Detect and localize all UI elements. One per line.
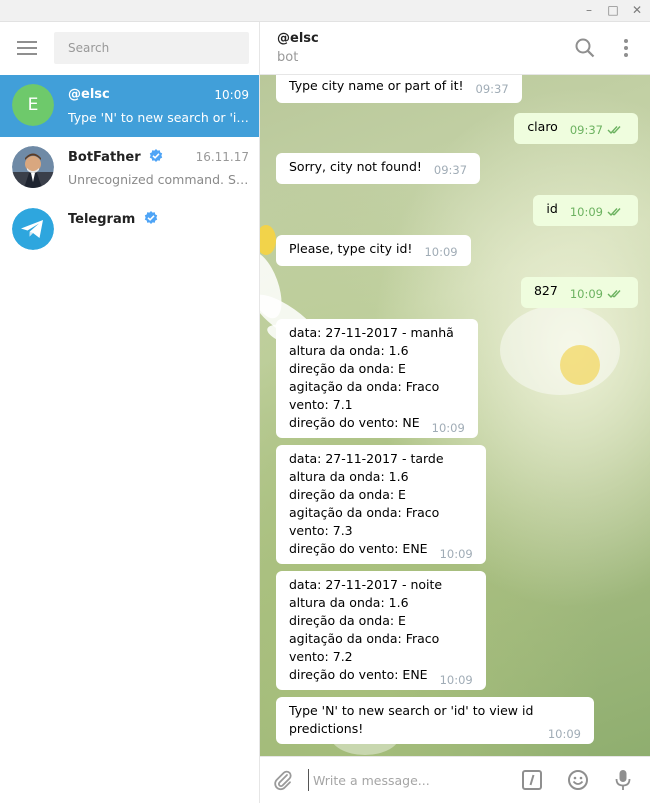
- chat-background: Type city name or part of it! 09:37 clar…: [260, 75, 650, 756]
- avatar: [12, 208, 54, 250]
- message-text: Please, type city id!: [289, 241, 413, 256]
- dialog-time: 10:09: [214, 88, 249, 102]
- microphone-icon[interactable]: [612, 769, 634, 791]
- dialog-name: BotFather: [68, 149, 163, 165]
- read-check-icon: [607, 208, 621, 217]
- more-vertical-icon[interactable]: [615, 37, 637, 59]
- message-bubble[interactable]: 827 10:09: [520, 277, 638, 308]
- dialog-time: 16.11.17: [195, 150, 249, 164]
- message-text: claro: [527, 119, 558, 134]
- message-text: Type 'N' to new search or 'id' to view i…: [289, 703, 534, 736]
- chat-panel: @elsc bot Type city name or part of it! …: [260, 22, 650, 803]
- message-time: 10:09: [569, 205, 603, 219]
- message-time: 10:09: [439, 673, 473, 687]
- avatar-letter: E: [12, 84, 54, 126]
- emoji-icon[interactable]: [567, 769, 589, 791]
- botfather-avatar-icon: [12, 146, 54, 188]
- message-meta: 10:09: [570, 204, 625, 220]
- dialog-item-botfather[interactable]: BotFather 16.11.17 Unrecognized command.…: [0, 137, 259, 199]
- message-bubble[interactable]: data: 27-11-2017 - manhã altura da onda:…: [276, 319, 478, 438]
- close-button[interactable]: ✕: [630, 3, 644, 17]
- message-meta: 09:37: [570, 122, 625, 138]
- message-text: data: 27-11-2017 - manhã altura da onda:…: [289, 325, 454, 430]
- avatar: E: [12, 84, 54, 126]
- message-text: Type city name or part of it!: [289, 78, 464, 93]
- message-bubble[interactable]: Sorry, city not found! 09:37: [276, 153, 481, 184]
- message-meta: 10:09: [570, 286, 625, 302]
- message-bubble[interactable]: Please, type city id! 10:09: [276, 235, 471, 266]
- message-bubble[interactable]: Type 'N' to new search or 'id' to view i…: [276, 697, 594, 744]
- dialog-name: Telegram: [68, 211, 158, 227]
- verified-badge-icon: [144, 211, 158, 224]
- dialog-item-elsc[interactable]: E @elsc 10:09 Type 'N' to new search or …: [0, 75, 259, 137]
- verified-badge-icon: [149, 149, 163, 162]
- hamburger-menu-icon[interactable]: [17, 41, 37, 55]
- sidebar: E @elsc 10:09 Type 'N' to new search or …: [0, 22, 260, 803]
- maximize-button[interactable]: □: [606, 3, 620, 17]
- message-text: data: 27-11-2017 - noite altura da onda:…: [289, 577, 443, 682]
- message-time: 10:09: [424, 245, 458, 259]
- message-text: data: 27-11-2017 - tarde altura da onda:…: [289, 451, 444, 556]
- chat-header: @elsc bot: [260, 22, 650, 75]
- message-input[interactable]: [308, 769, 508, 791]
- peer-name[interactable]: @elsc: [277, 31, 319, 46]
- message-bubble[interactable]: data: 27-11-2017 - noite altura da onda:…: [276, 571, 486, 690]
- message-time: 10:09: [569, 287, 603, 301]
- telegram-logo-icon: [12, 208, 54, 250]
- message-bubble[interactable]: Type city name or part of it! 09:37: [276, 75, 522, 103]
- message-bubble[interactable]: id 10:09: [533, 195, 638, 226]
- message-time: 10:09: [431, 421, 465, 435]
- avatar: [12, 146, 54, 188]
- window-title-bar: – □ ✕: [0, 0, 650, 22]
- message-composer: [260, 756, 650, 803]
- dialog-name-text: Telegram: [68, 212, 136, 227]
- message-time: 10:09: [439, 547, 473, 561]
- message-time: 09:37: [433, 163, 468, 177]
- dialog-name-text: BotFather: [68, 150, 141, 165]
- paperclip-icon[interactable]: [272, 769, 294, 791]
- peer-status: bot: [277, 50, 299, 65]
- minimize-button[interactable]: –: [582, 3, 596, 17]
- search-input[interactable]: [54, 32, 249, 64]
- dialog-preview: Unrecognized command. Say what?: [68, 172, 252, 187]
- message-text: 827: [533, 283, 558, 298]
- message-time: 09:37: [569, 123, 603, 137]
- message-text: id: [546, 201, 558, 216]
- message-time: 10:09: [547, 727, 581, 741]
- message-bubble[interactable]: claro 09:37: [514, 113, 638, 144]
- message-bubble[interactable]: data: 27-11-2017 - tarde altura da onda:…: [276, 445, 486, 564]
- read-check-icon: [607, 126, 621, 135]
- slash-command-icon[interactable]: [521, 769, 543, 791]
- dialog-name: @elsc: [68, 87, 110, 102]
- read-check-icon: [607, 290, 621, 299]
- search-icon[interactable]: [574, 37, 596, 59]
- message-time: 09:37: [475, 82, 509, 96]
- dialog-item-telegram[interactable]: Telegram: [0, 199, 259, 261]
- dialog-preview: Type 'N' to new search or 'id' to view i…: [68, 110, 252, 125]
- message-text: Sorry, city not found!: [289, 159, 422, 174]
